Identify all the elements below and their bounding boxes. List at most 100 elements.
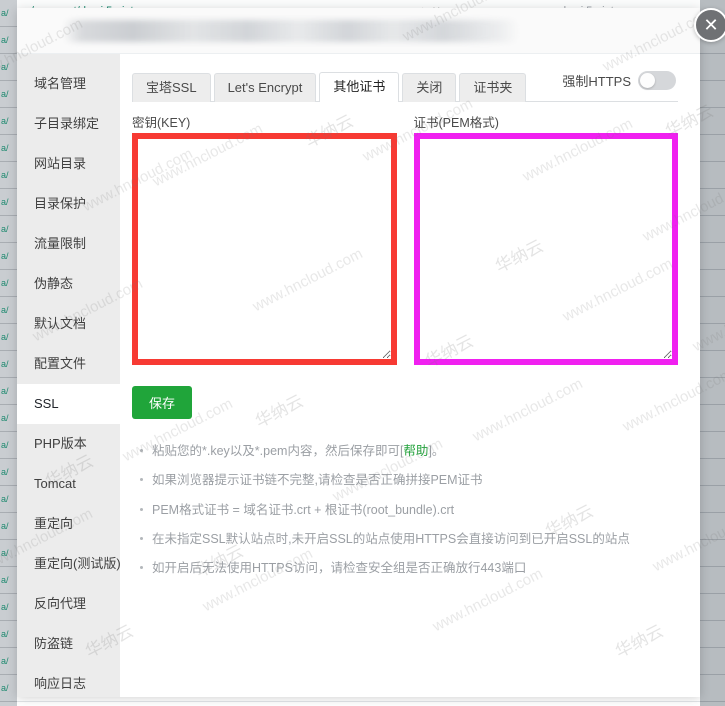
help-link[interactable]: 帮助: [403, 444, 428, 458]
gutter-divider: [0, 323, 17, 324]
sidebar-item-5[interactable]: 流量限制: [17, 224, 120, 264]
help-note: 如果浏览器提示证书链不完整,请检查是否正确拼接PEM证书: [140, 472, 678, 488]
sidebar-item-label: 响应日志: [34, 676, 87, 691]
gutter-text: a/: [1, 332, 9, 342]
gutter-divider: [0, 539, 17, 540]
gutter-divider: [700, 107, 725, 108]
gutter-divider: [0, 674, 17, 675]
help-note-text: PEM格式证书 = 域名证书.crt + 根证书(root_bundle).cr…: [152, 502, 455, 517]
tab-4[interactable]: 关闭: [402, 73, 457, 102]
pem-label: 证书(PEM格式): [413, 116, 499, 130]
gutter-divider: [0, 107, 17, 108]
help-notes-list: 粘贴您的*.key以及*.pem内容，然后保存即可[帮助]。 如果浏览器提示证书链…: [132, 443, 678, 576]
gutter-divider: [700, 485, 725, 486]
tab-2[interactable]: Let's Encrypt: [213, 73, 317, 102]
help-note: 如开启后无法使用HTTPS访问，请检查安全组是否正确放行443端口: [140, 560, 678, 576]
gutter-divider: [0, 485, 17, 486]
toggle-knob-icon: [640, 73, 655, 88]
ssl-settings-dialog: 域名管理子目录绑定网站目录目录保护流量限制伪静态默认文档配置文件 SSL PHP版本…: [17, 8, 725, 697]
tab-5[interactable]: 证书夹: [459, 73, 527, 102]
pem-field-group: 证书(PEM格式): [413, 112, 678, 370]
gutter-divider: [0, 296, 17, 297]
gutter-divider: [700, 431, 725, 432]
sidebar-item-label: 网站目录: [34, 156, 87, 171]
gutter-divider: [700, 539, 725, 540]
sidebar-item-label: 流量限制: [34, 236, 87, 251]
gutter-divider: [700, 53, 725, 54]
help-note: 在未指定SSL默认站点时,未开启SSL的站点使用HTTPS会直接访问到已开启SS…: [140, 531, 678, 547]
sidebar-item-1[interactable]: 域名管理: [17, 64, 120, 104]
gutter-divider: [700, 215, 725, 216]
gutter-divider: [700, 377, 725, 378]
gutter-text: a/: [1, 656, 9, 666]
gutter-divider: [0, 350, 17, 351]
help-note-text: 如开启后无法使用HTTPS访问，请检查安全组是否正确放行443端口: [152, 561, 527, 575]
sidebar-item-13[interactable]: 重定向(测试版): [17, 544, 121, 584]
force-https-label: 强制HTTPS: [562, 74, 631, 89]
gutter-divider: [0, 53, 17, 54]
sidebar-item-4[interactable]: 目录保护: [17, 184, 120, 224]
gutter-text: a/: [1, 224, 9, 234]
close-icon[interactable]: ✕: [694, 8, 725, 42]
gutter-text: a/: [1, 251, 9, 261]
sidebar-item-9[interactable]: SSL: [17, 384, 120, 424]
gutter-divider: [0, 404, 17, 405]
sidebar-item-label: PHP版本: [34, 436, 87, 451]
sidebar-item-label: 子目录绑定: [34, 116, 100, 131]
gutter-text: a/: [1, 494, 9, 504]
gutter-divider: [0, 512, 17, 513]
dialog-header: [17, 8, 700, 54]
tab-label: 证书夹: [473, 80, 513, 95]
force-https-control[interactable]: 强制HTTPS: [562, 71, 676, 90]
tab-3[interactable]: 其他证书: [319, 72, 400, 102]
help-note: 粘贴您的*.key以及*.pem内容，然后保存即可[帮助]。: [140, 443, 678, 459]
sidebar-item-11[interactable]: Tomcat: [17, 464, 120, 504]
sidebar-item-7[interactable]: 默认文档: [17, 304, 120, 344]
gutter-text: a/: [1, 89, 9, 99]
gutter-divider: [700, 620, 725, 621]
gutter-text: a/: [1, 548, 9, 558]
sidebar-item-8[interactable]: 配置文件: [17, 344, 120, 384]
gutter-divider: [700, 593, 725, 594]
dialog-body: 域名管理子目录绑定网站目录目录保护流量限制伪静态默认文档配置文件 SSL PHP版本…: [17, 54, 700, 697]
gutter-divider: [700, 404, 725, 405]
gutter-divider: [0, 458, 17, 459]
certificate-pem-input[interactable]: [413, 133, 678, 365]
key-label: 密钥(KEY): [132, 116, 191, 130]
gutter-text: a/: [1, 35, 9, 45]
tab-label: 其他证书: [333, 79, 386, 94]
gutter-divider: [700, 350, 725, 351]
gutter-divider: [700, 647, 725, 648]
gutter-divider: [0, 215, 17, 216]
tab-label: Let's Encrypt: [227, 80, 303, 95]
sidebar-item-16[interactable]: 响应日志: [17, 664, 120, 704]
sidebar-item-3[interactable]: 网站目录: [17, 144, 120, 184]
gutter-text: a/: [1, 143, 9, 153]
gutter-divider: [0, 161, 17, 162]
force-https-toggle[interactable]: [638, 71, 676, 90]
gutter-divider: [0, 377, 17, 378]
save-button[interactable]: 保存: [132, 386, 193, 419]
tab-label: 宝塔SSL: [146, 80, 197, 95]
sidebar-item-15[interactable]: 防盗链: [17, 624, 120, 664]
sidebar-item-6[interactable]: 伪静态: [17, 264, 120, 304]
gutter-text: a/: [1, 8, 9, 18]
gutter-divider: [700, 188, 725, 189]
sidebar-item-14[interactable]: 反向代理: [17, 584, 120, 624]
help-note-text: 在未指定SSL默认站点时,未开启SSL的站点使用HTTPS会直接访问到已开启SS…: [152, 531, 630, 546]
gutter-divider: [700, 242, 725, 243]
sidebar-item-label: 默认文档: [34, 316, 87, 331]
tab-1[interactable]: 宝塔SSL: [132, 73, 211, 102]
sidebar-item-2[interactable]: 子目录绑定: [17, 104, 120, 144]
gutter-text: a/: [1, 62, 9, 72]
background-left-gutter: a/a/a/a/a/a/a/a/a/a/a/a/a/a/a/a/a/a/a/a/…: [0, 0, 17, 706]
gutter-divider: [700, 512, 725, 513]
gutter-text: a/: [1, 440, 9, 450]
sidebar-item-label: 重定向: [34, 516, 74, 531]
private-key-input[interactable]: [132, 133, 397, 365]
gutter-text: a/: [1, 602, 9, 612]
gutter-text: a/: [1, 521, 9, 531]
sidebar-item-10[interactable]: PHP版本: [17, 424, 120, 464]
gutter-text: a/: [1, 305, 9, 315]
sidebar-item-12[interactable]: 重定向: [17, 504, 120, 544]
